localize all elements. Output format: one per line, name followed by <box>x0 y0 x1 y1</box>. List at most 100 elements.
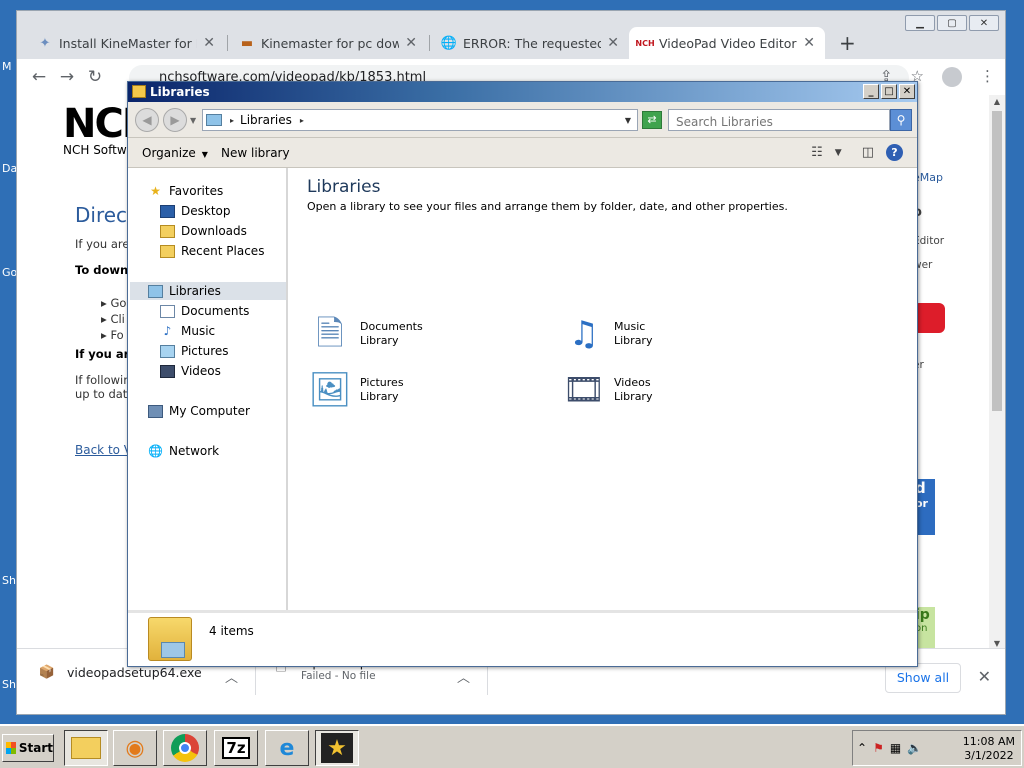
taskbar-explorer[interactable] <box>64 730 108 766</box>
scrollbar-thumb[interactable] <box>992 111 1002 411</box>
tab-strip: ✦ Install KineMaster for PC | ✕ ▬ Kinema… <box>17 11 1005 59</box>
network-icon[interactable]: ▦ <box>890 741 901 755</box>
library-documents[interactable]: 🗎 Documents Library <box>306 310 422 358</box>
chevron-up-icon[interactable]: ︿ <box>457 667 470 686</box>
explorer-titlebar[interactable]: Libraries _ □ ✕ <box>128 82 917 102</box>
music-library-icon: ♫ <box>568 314 600 354</box>
downloads-folder-icon <box>160 224 175 238</box>
reload-icon[interactable]: ↻ <box>81 67 109 87</box>
tray-expand-icon[interactable]: ⌃ <box>857 741 867 755</box>
address-crumb[interactable]: Libraries <box>240 113 292 127</box>
installer-file-icon: 📦 <box>38 664 56 680</box>
page-text: up to date <box>75 387 135 401</box>
chevron-down-icon: ▼ <box>201 150 208 159</box>
back-arrow-icon[interactable]: ◀ <box>135 108 159 132</box>
desktop-label: M <box>2 60 12 73</box>
address-bar[interactable]: ▸ Libraries ▸ ▼ <box>202 109 638 131</box>
taskbar-media-player[interactable]: ◉ <box>113 730 157 766</box>
documents-library-icon: 🗎 <box>316 314 344 354</box>
page-text: If you are <box>75 237 130 251</box>
chevron-up-icon[interactable]: ︿ <box>225 667 238 686</box>
taskbar-7zip[interactable]: 7z <box>214 730 258 766</box>
details-pane: 4 items <box>128 610 917 666</box>
scroll-up-icon[interactable]: ▲ <box>989 97 1005 106</box>
maximize-button[interactable]: ▢ <box>937 15 967 31</box>
taskbar-chrome[interactable] <box>163 730 207 766</box>
library-videos[interactable]: 🎞 Videos Library <box>560 366 652 414</box>
chevron-down-icon[interactable]: ▼ <box>625 116 631 125</box>
nch-favicon-icon: NCH <box>635 38 655 48</box>
forward-arrow-icon[interactable]: ▶ <box>163 108 187 132</box>
tab-kinemaster-install[interactable]: ✦ Install KineMaster for PC | ✕ <box>29 27 225 59</box>
close-button[interactable]: ✕ <box>969 15 999 31</box>
internet-explorer-icon: e <box>279 735 295 761</box>
start-button[interactable]: Start <box>2 734 54 762</box>
page-text: If followin <box>75 373 131 387</box>
volume-icon[interactable]: 🔈 <box>907 741 922 755</box>
action-center-icon[interactable]: ⚑ <box>873 741 884 755</box>
nav-item-libraries[interactable]: Libraries <box>130 282 286 300</box>
nav-item-network[interactable]: 🌐 Network <box>148 442 219 460</box>
nav-item-downloads[interactable]: Downloads <box>160 222 247 240</box>
show-all-button[interactable]: Show all <box>885 663 961 693</box>
folder-icon <box>132 85 146 98</box>
minimize-button[interactable]: ▁ <box>905 15 935 31</box>
chevron-right-icon[interactable]: ▸ <box>230 116 234 125</box>
nav-item-music[interactable]: ♪ Music <box>160 322 216 340</box>
close-icon[interactable]: ✕ <box>978 667 991 686</box>
refresh-icon[interactable]: ⇄ <box>642 111 662 129</box>
nav-item-recent-places[interactable]: Recent Places <box>160 242 264 260</box>
nav-item-desktop[interactable]: Desktop <box>160 202 231 220</box>
menu-dots-icon[interactable]: ⋮ <box>980 67 995 87</box>
maximize-button[interactable]: □ <box>881 84 897 99</box>
back-arrow-icon[interactable]: ← <box>25 67 53 87</box>
taskbar-videopad[interactable]: ★ <box>315 730 359 766</box>
nav-item-videos[interactable]: Videos <box>160 362 221 380</box>
close-icon[interactable]: ✕ <box>803 35 815 51</box>
page-bullet-list: ▸ Go ▸ Cli ▸ Fo <box>101 296 127 342</box>
taskbar-ie[interactable]: e <box>265 730 309 766</box>
search-input[interactable] <box>668 109 890 131</box>
forward-arrow-icon[interactable]: → <box>53 67 81 87</box>
nav-item-documents[interactable]: Documents <box>160 302 249 320</box>
windows-logo-icon <box>6 742 16 754</box>
nav-item-pictures[interactable]: Pictures <box>160 342 229 360</box>
new-tab-button[interactable]: + <box>839 31 856 55</box>
tab-error[interactable]: 🌐 ERROR: The requested UR ✕ <box>433 27 629 59</box>
close-icon[interactable]: ✕ <box>405 35 417 51</box>
page-text: To downl <box>75 263 133 277</box>
system-tray: ⌃ ⚑ ▦ 🔈 11:08 AM 3/1/2022 <box>852 730 1022 766</box>
close-icon[interactable]: ✕ <box>203 35 215 51</box>
organize-button[interactable]: Organize ▼ <box>142 146 208 160</box>
videos-library-icon: 🎞 <box>562 370 606 410</box>
folder-icon <box>71 737 101 759</box>
preview-pane-icon[interactable]: ◫ <box>862 145 874 160</box>
tab-kinemaster-download[interactable]: ▬ Kinemaster for pc downlo ✕ <box>231 27 427 59</box>
chevron-right-icon[interactable]: ▸ <box>300 116 304 125</box>
profile-avatar[interactable] <box>942 67 962 87</box>
page-scrollbar[interactable]: ▲ ▼ <box>989 95 1005 650</box>
nav-item-favorites[interactable]: ★ Favorites <box>148 182 223 200</box>
new-library-button[interactable]: New library <box>221 146 290 160</box>
search-icon[interactable]: ⚲ <box>890 109 912 131</box>
recent-pages-dropdown[interactable]: ▼ <box>190 116 196 125</box>
tab-videopad[interactable]: NCH VideoPad Video Editor - C ✕ <box>629 27 825 59</box>
close-button[interactable]: ✕ <box>899 84 915 99</box>
7zip-icon: 7z <box>222 737 250 759</box>
library-music[interactable]: ♫ Music Library <box>560 310 653 358</box>
computer-icon <box>148 404 163 418</box>
clock[interactable]: 11:08 AM 3/1/2022 <box>963 735 1015 763</box>
nav-item-my-computer[interactable]: My Computer <box>148 402 250 420</box>
nch-logo-subtitle: NCH Softw <box>63 143 127 157</box>
taskbar: Start ◉ 7z e ★ ⌃ ⚑ ▦ 🔈 11:08 AM 3/1/2022 <box>0 724 1024 768</box>
library-pictures[interactable]: 🖼 Pictures Library <box>306 366 403 414</box>
close-icon[interactable]: ✕ <box>607 35 619 51</box>
scroll-down-icon[interactable]: ▼ <box>989 639 1005 648</box>
chevron-down-icon[interactable]: ▼ <box>835 148 842 158</box>
minimize-button[interactable]: _ <box>863 84 879 99</box>
view-options-icon[interactable]: ☷ <box>811 145 823 160</box>
help-icon[interactable]: ? <box>886 144 903 161</box>
item-count: 4 items <box>209 624 254 638</box>
content-description: Open a library to see your files and arr… <box>307 200 788 213</box>
media-player-icon: ◉ <box>125 735 145 761</box>
